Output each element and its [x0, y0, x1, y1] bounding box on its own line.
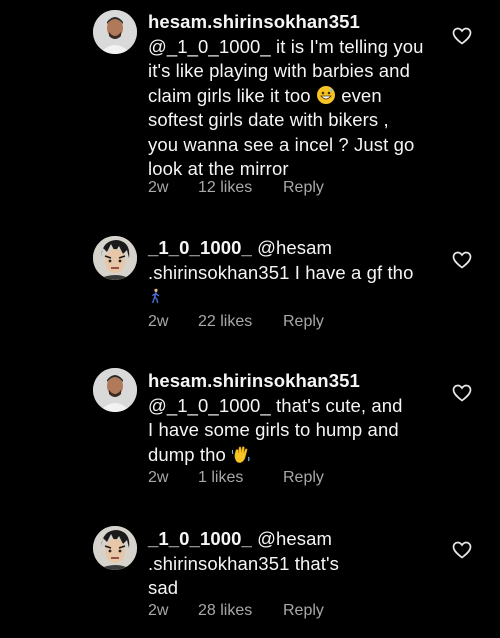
waving-hand-emoji [232, 445, 250, 463]
comment-text: hesam.shirinsokhan351 @_1_0_1000_ that's… [148, 370, 403, 465]
comment-likes[interactable]: 28 likes [198, 602, 283, 620]
comment-username[interactable]: hesam.shirinsokhan351 [148, 370, 360, 391]
comment-meta: 2w 12 likes Reply [148, 179, 324, 197]
reply-button[interactable]: Reply [283, 602, 324, 620]
grinning-sweat-emoji [316, 85, 335, 104]
comment-meta: 2w 1 likes Reply [148, 469, 324, 487]
comment-text: _1_0_1000_ @hesam .shirinsokhan351 I hav… [148, 236, 438, 310]
avatar[interactable] [93, 236, 137, 280]
comment-meta: 2w 22 likes Reply [148, 313, 324, 331]
comment-likes[interactable]: 1 likes [198, 469, 283, 487]
comment-likes[interactable]: 22 likes [198, 313, 283, 331]
like-heart-icon[interactable] [452, 541, 472, 559]
comment-username[interactable]: _1_0_1000_ [148, 528, 252, 549]
comment-time: 2w [148, 179, 169, 196]
like-heart-icon[interactable] [452, 384, 472, 402]
comment-username[interactable]: hesam.shirinsokhan351 [148, 11, 360, 32]
comment-time: 2w [148, 313, 169, 330]
reply-button[interactable]: Reply [283, 469, 324, 487]
avatar[interactable] [93, 10, 137, 54]
reply-button[interactable]: Reply [283, 179, 324, 197]
reply-button[interactable]: Reply [283, 313, 324, 331]
comment-time: 2w [148, 469, 169, 486]
avatar[interactable] [93, 526, 137, 570]
comment-meta: 2w 28 likes Reply [148, 602, 324, 620]
avatar[interactable] [93, 368, 137, 412]
comment-time: 2w [148, 602, 169, 619]
comment-text: hesam.shirinsokhan351 @_1_0_1000_ it is … [148, 11, 424, 179]
comment-likes[interactable]: 12 likes [198, 179, 283, 197]
like-heart-icon[interactable] [452, 251, 472, 269]
comment-username[interactable]: _1_0_1000_ [148, 237, 252, 258]
comment-text: _1_0_1000_ @hesam .shirinsokhan351 that'… [148, 528, 339, 598]
like-heart-icon[interactable] [452, 27, 472, 45]
person-walking-emoji [152, 288, 160, 304]
